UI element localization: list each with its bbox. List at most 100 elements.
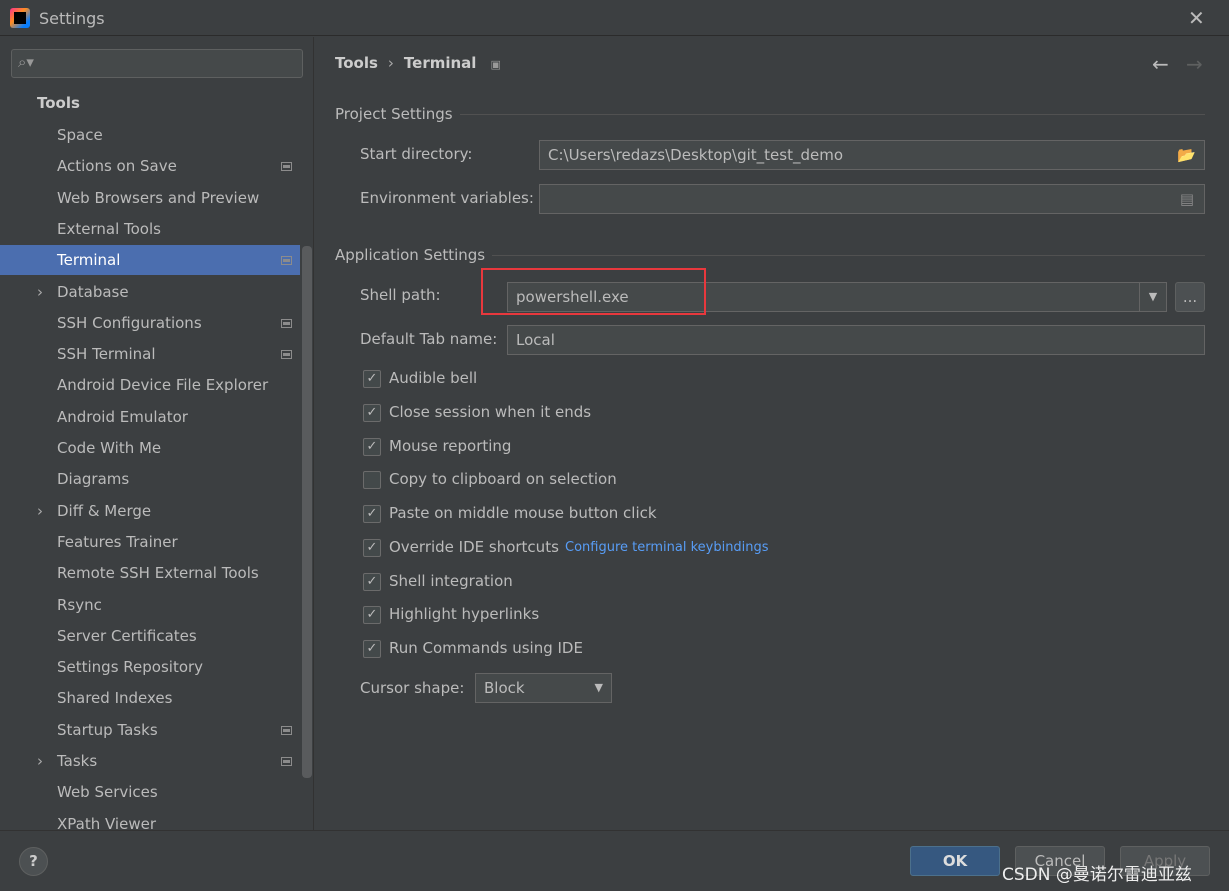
checkbox-label[interactable]: Shell integration (389, 572, 513, 590)
folder-icon[interactable]: 📂 (1177, 141, 1196, 169)
sidebar-item-label: SSH Configurations (57, 313, 202, 332)
chevron-down-icon: ▼ (594, 681, 603, 694)
sidebar-item[interactable]: Server Certificates (0, 621, 300, 651)
sidebar-item[interactable]: Terminal (0, 245, 300, 276)
default-tab-name-label: Default Tab name: (360, 330, 498, 348)
project-scope-icon (281, 256, 292, 266)
start-directory-label: Start directory: (360, 145, 473, 163)
project-scope-icon (281, 318, 292, 328)
browse-button[interactable]: ... (1175, 282, 1205, 312)
sidebar-item[interactable]: Features Trainer (0, 527, 300, 557)
sidebar-item[interactable]: Remote SSH External Tools (0, 558, 300, 588)
sidebar-item[interactable]: SSH Terminal (0, 339, 300, 369)
checkbox[interactable]: ✓ (363, 505, 381, 523)
back-arrow-icon[interactable]: ← (1152, 52, 1169, 76)
sidebar-item[interactable]: Code With Me (0, 433, 300, 463)
sidebar-item[interactable]: › Diff & Merge (0, 496, 300, 526)
breadcrumb: Tools › Terminal ▣ (335, 54, 501, 72)
start-directory-field[interactable]: C:\Users\redazs\Desktop\git_test_demo 📂 (539, 140, 1205, 170)
close-icon[interactable]: ✕ (1188, 6, 1205, 30)
title-bar (0, 0, 1229, 36)
sidebar-item-label: Rsync (57, 595, 102, 614)
checkbox[interactable]: ✓ (363, 404, 381, 422)
checkbox-label[interactable]: Close session when it ends (389, 403, 591, 421)
forward-arrow-icon[interactable]: → (1186, 52, 1203, 76)
sidebar-item-label: Shared Indexes (57, 689, 173, 708)
project-scope-icon (281, 757, 292, 766)
sidebar-item-label: Space (57, 126, 103, 144)
breadcrumb-separator: › (387, 54, 394, 72)
project-scope-icon (281, 725, 292, 735)
sidebar-item[interactable]: › Database (0, 277, 300, 307)
chevron-right-icon[interactable]: › (37, 746, 43, 776)
search-icon: ⌕▾ (18, 53, 34, 71)
sidebar-item[interactable]: Android Device File Explorer (0, 370, 300, 400)
cursor-shape-label: Cursor shape: (360, 679, 465, 697)
checkbox-label[interactable]: Copy to clipboard on selection (389, 470, 617, 488)
watermark: CSDN @曼诺尔雷迪亚兹 (1002, 865, 1192, 885)
checkbox[interactable]: ✓ (363, 640, 381, 658)
sidebar-item-label: Terminal (57, 251, 121, 270)
project-scope-icon (281, 162, 292, 172)
sidebar-item[interactable]: Rsync (0, 590, 300, 620)
sidebar-item-label: Server Certificates (57, 626, 197, 645)
checkbox[interactable] (363, 471, 381, 489)
checkbox[interactable]: ✓ (363, 539, 381, 557)
sidebar-item[interactable]: Space (0, 120, 300, 150)
sidebar-item[interactable]: SSH Configurations (0, 308, 300, 338)
sidebar-item[interactable]: Web Browsers and Preview (0, 183, 300, 213)
sidebar-item-label: Diff & Merge (57, 501, 152, 520)
configure-keybindings-link[interactable]: Configure terminal keybindings (565, 540, 769, 555)
chevron-right-icon[interactable]: › (37, 277, 43, 307)
sidebar-item-label: Actions on Save (57, 157, 177, 176)
sidebar-item[interactable]: Shared Indexes (0, 683, 300, 713)
sidebar-item-label: Settings Repository (57, 658, 204, 677)
shell-path-label: Shell path: (360, 286, 441, 304)
sidebar-item-label: Database (57, 282, 129, 301)
checkbox[interactable]: ✓ (363, 606, 381, 624)
environment-variables-label: Environment variables: (360, 189, 534, 207)
checkbox-label[interactable]: Run Commands using IDE (389, 639, 583, 657)
default-tab-name-field[interactable]: Local (507, 325, 1205, 355)
sidebar-item-label: Remote SSH External Tools (57, 564, 259, 583)
intellij-logo-icon (10, 8, 30, 28)
sidebar-item[interactable]: Settings Repository (0, 652, 300, 682)
chevron-right-icon[interactable]: › (37, 496, 43, 526)
sidebar-item[interactable]: Startup Tasks (0, 715, 300, 745)
sidebar-item-label: Diagrams (57, 470, 130, 489)
project-scope-icon (281, 350, 292, 360)
checkbox[interactable]: ✓ (363, 370, 381, 388)
sidebar-item[interactable]: › Tasks (0, 746, 300, 776)
checkbox-label[interactable]: Highlight hyperlinks (389, 605, 539, 623)
sidebar-item-label: Tasks (57, 752, 98, 770)
sidebar-item[interactable]: Actions on Save (0, 151, 300, 181)
sidebar-scrollbar[interactable] (302, 246, 312, 778)
checkbox-label[interactable]: Audible bell (389, 369, 477, 387)
search-input[interactable]: ⌕▾ (11, 49, 303, 78)
sidebar-item-label: External Tools (57, 219, 161, 238)
cursor-shape-select[interactable]: Block ▼ (475, 673, 612, 703)
document-icon[interactable]: ▤ (1180, 185, 1194, 213)
checkbox-label[interactable]: Override IDE shortcuts (389, 538, 559, 556)
window-title: Settings (39, 9, 105, 28)
project-settings-title: Project Settings (335, 105, 453, 123)
sidebar-item-label: Features Trainer (57, 532, 178, 551)
highlight-box (481, 268, 706, 315)
sidebar-item-label: Startup Tasks (57, 720, 158, 739)
sidebar-section-tools[interactable]: Tools (37, 94, 80, 112)
sidebar-item[interactable]: Android Emulator (0, 402, 300, 432)
sidebar-item[interactable]: External Tools (0, 214, 300, 244)
ok-button[interactable]: OK (910, 846, 1000, 876)
chevron-down-icon[interactable]: ▼ (1139, 283, 1166, 311)
breadcrumb-parent[interactable]: Tools (335, 54, 378, 72)
help-button[interactable]: ? (19, 847, 48, 876)
environment-variables-field[interactable]: ▤ (539, 184, 1205, 214)
sidebar-item-label: Android Emulator (57, 407, 188, 426)
sidebar-item-label: SSH Terminal (57, 345, 156, 364)
sidebar-item[interactable]: Diagrams (0, 464, 300, 494)
checkbox-label[interactable]: Paste on middle mouse button click (389, 504, 657, 522)
checkbox[interactable]: ✓ (363, 573, 381, 591)
sidebar-item[interactable]: Web Services (0, 777, 300, 807)
checkbox[interactable]: ✓ (363, 438, 381, 456)
checkbox-label[interactable]: Mouse reporting (389, 437, 511, 455)
